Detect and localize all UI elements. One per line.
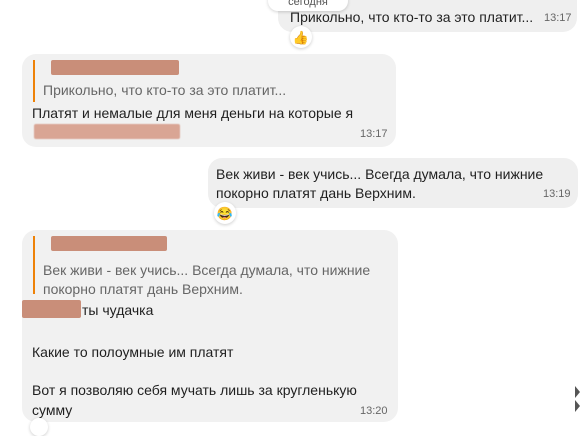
date-divider: сегодня [268, 0, 348, 11]
message-text-line: Век живи - век учись... Всегда думала, ч… [216, 166, 544, 182]
message-bubble-outgoing[interactable]: Век живи - век учись... Всегда думала, ч… [208, 158, 578, 208]
message-text: Платят и немалые для меня деньги на кото… [32, 105, 354, 121]
reply-quote[interactable]: Прикольно, что кто-то за это платит... [33, 60, 286, 102]
scroll-down-arrow-icon[interactable] [574, 384, 582, 414]
message-text-line: Какие то полоумные им платят [32, 344, 234, 360]
redacted-author-name [51, 60, 179, 75]
message-time: 13:17 [544, 12, 572, 24]
message-time: 13:19 [543, 188, 571, 200]
quoted-text-line: Век живи - век учись... Всегда думала, ч… [43, 262, 371, 278]
thumbs-up-reaction-icon[interactable]: 👍 [290, 26, 312, 48]
message-text-line: ты чудачка [82, 302, 154, 318]
message-time: 13:20 [360, 405, 388, 417]
message-text-line: Вот я позволяю себя мучать лишь за кругл… [32, 382, 357, 398]
redacted-text [34, 124, 180, 139]
message-bubble-incoming[interactable]: Прикольно, что кто-то за это платит... П… [22, 54, 396, 147]
quoted-text-line: покорно платят дань Верхним. [43, 281, 243, 297]
message-bubble-incoming[interactable]: Век живи - век учись... Всегда думала, ч… [22, 230, 398, 422]
laughing-face-reaction-icon[interactable]: 😂 [214, 202, 236, 224]
reply-quote[interactable]: Век живи - век учись... Всегда думала, ч… [33, 236, 371, 297]
quoted-text: Прикольно, что кто-то за это платит... [43, 82, 287, 98]
redacted-author-name [51, 236, 167, 251]
message-text-line: покорно платят дань Верхним. [216, 185, 416, 201]
redacted-name [22, 300, 81, 318]
reaction-icon-partial[interactable] [30, 418, 48, 436]
message-time: 13:17 [360, 128, 388, 140]
